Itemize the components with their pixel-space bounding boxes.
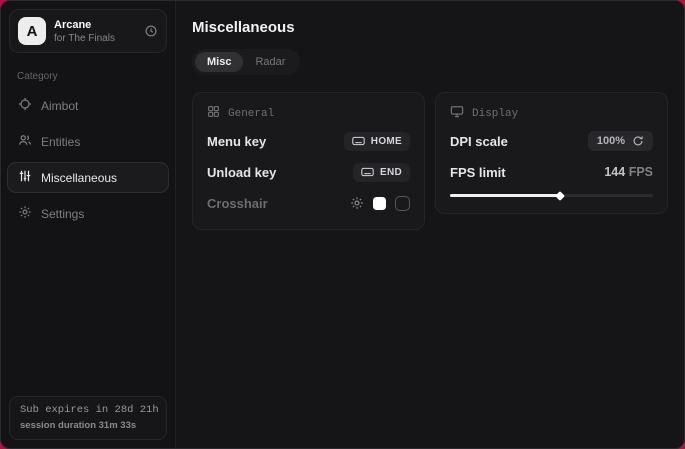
gear-icon [18,205,32,222]
sidebar-item-settings[interactable]: Settings [7,198,169,229]
crosshair-row: Crosshair [207,191,410,215]
dpi-scale-button[interactable]: 100% [588,131,653,151]
sidebar-item-miscellaneous[interactable]: Miscellaneous [7,162,169,193]
session-clock-icon[interactable] [144,24,158,38]
users-icon [18,133,32,150]
crosshair-icon [18,97,32,114]
unload-key-value: END [380,167,402,178]
menu-key-value: HOME [371,136,402,147]
crosshair-settings-gear-icon[interactable] [350,196,364,210]
sidebar-item-label: Entities [41,135,80,149]
subscription-card: Sub expires in 28d 21h session duration … [9,396,167,440]
session-duration: session duration 31m 33s [20,420,156,431]
app-logo-card: A Arcane for The Finals [9,9,167,53]
fps-slider-fill [450,194,560,197]
tab-bar: Misc Radar [192,49,300,75]
display-card: Display DPI scale 100% FPS limit [435,92,668,214]
menu-key-label: Menu key [207,134,266,149]
display-card-title: Display [472,108,518,120]
dpi-scale-value: 100% [597,135,625,147]
fps-limit-value: 144 FPS [604,165,653,179]
crosshair-color-swatch[interactable] [373,197,386,210]
sidebar-nav: Aimbot Entities Miscellaneous [1,90,175,234]
fps-unit: FPS [629,165,653,179]
fps-number: 144 [604,165,625,179]
app-window: A Arcane for The Finals Category Aimbot [0,0,685,449]
keyboard-icon [352,136,365,146]
unload-key-button[interactable]: END [353,163,410,182]
app-subtitle: for The Finals [54,33,115,44]
sidebar-item-label: Settings [41,207,84,221]
crosshair-label: Crosshair [207,196,268,211]
sidebar-item-label: Miscellaneous [41,171,117,185]
sliders-icon [18,169,32,186]
crosshair-checkbox[interactable] [395,196,410,211]
main-panel: Miscellaneous Misc Radar General [176,1,684,448]
menu-key-button[interactable]: HOME [344,132,410,151]
app-logo: A [18,17,46,45]
fps-limit-label: FPS limit [450,165,506,180]
general-card: General Menu key HOME Unload key [192,92,425,230]
settings-cards: General Menu key HOME Unload key [192,92,668,230]
fps-limit-row: FPS limit 144 FPS [450,160,653,184]
refresh-icon [632,135,644,147]
sidebar: A Arcane for The Finals Category Aimbot [1,1,176,448]
fps-slider[interactable] [450,194,653,197]
tab-radar[interactable]: Radar [243,52,297,72]
dpi-scale-label: DPI scale [450,134,508,149]
menu-key-row: Menu key HOME [207,129,410,153]
fps-slider-thumb[interactable] [555,191,565,201]
app-name: Arcane [54,19,115,31]
category-label: Category [1,61,175,90]
sidebar-item-label: Aimbot [41,99,78,113]
page-title: Miscellaneous [192,19,668,36]
grid-icon [207,105,220,122]
tab-misc[interactable]: Misc [195,52,243,72]
monitor-icon [450,105,464,122]
unload-key-label: Unload key [207,165,276,180]
display-card-header: Display [450,105,653,122]
keyboard-icon [361,167,374,177]
unload-key-row: Unload key END [207,160,410,184]
subscription-expiry: Sub expires in 28d 21h [20,404,156,416]
general-card-header: General [207,105,410,122]
general-card-title: General [228,108,274,120]
dpi-scale-row: DPI scale 100% [450,129,653,153]
sidebar-item-aimbot[interactable]: Aimbot [7,90,169,121]
sidebar-item-entities[interactable]: Entities [7,126,169,157]
